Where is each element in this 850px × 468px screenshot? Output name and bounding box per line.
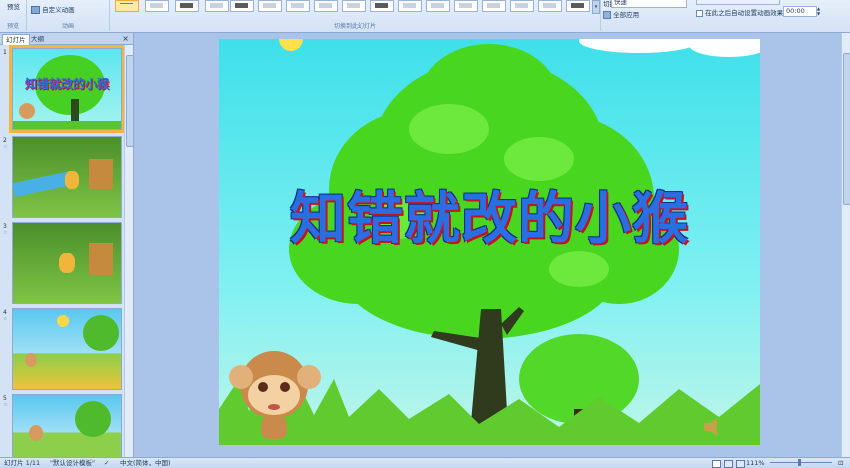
panel-tabs: 幻灯片 大纲 × — [0, 33, 133, 45]
slide-editor: 知错就改的小猴 — [134, 33, 850, 457]
gallery-more-icon[interactable]: ▾ — [592, 0, 600, 14]
custom-animation-button[interactable]: 自定义动画 — [31, 4, 75, 14]
apply-all-icon — [603, 11, 611, 19]
thumb-grass — [13, 121, 121, 129]
thumb-tree — [75, 401, 111, 437]
zoom-slider-thumb[interactable] — [798, 459, 801, 466]
thumb-bear — [59, 253, 75, 273]
thumb-tree — [83, 315, 119, 351]
slide-number: 1 — [3, 49, 7, 56]
advance-top-button[interactable] — [696, 0, 780, 5]
transition-cut[interactable] — [205, 0, 229, 12]
transition-cut-black[interactable] — [230, 0, 254, 12]
thumb-house — [89, 243, 113, 275]
transition-fade-smooth[interactable] — [145, 0, 169, 12]
transition-speed-select[interactable]: 快速 — [611, 0, 687, 8]
slide-thumbnail-2[interactable] — [12, 136, 122, 218]
transition-none[interactable] — [115, 0, 139, 12]
transition-dissolve[interactable] — [258, 0, 282, 12]
slide-number: 5 ☆ — [3, 395, 8, 408]
auto-after-time-input[interactable]: 00:00 — [783, 6, 817, 17]
slide-thumbnail-1[interactable]: 知错就改的小猴 — [9, 45, 125, 133]
thumb-bear — [65, 171, 79, 189]
tab-outline[interactable]: 大纲 — [28, 34, 47, 44]
transition-shape[interactable] — [482, 0, 506, 12]
transition-group-caption: 切换到此幻灯片 — [333, 23, 376, 30]
transition-uncover[interactable] — [510, 0, 534, 12]
close-icon[interactable]: × — [122, 33, 129, 44]
slide-number: 4 ☆ — [3, 309, 8, 322]
transition-fade-black[interactable] — [175, 0, 199, 12]
thumb-monkey — [25, 353, 37, 367]
transition-wipe-down[interactable] — [286, 0, 310, 12]
preview-group-caption: 预览 — [6, 23, 19, 30]
slide-title[interactable]: 知错就改的小猴 — [219, 174, 760, 255]
editor-scrollbar[interactable] — [841, 33, 850, 457]
animation-group-caption: 动画 — [61, 23, 74, 30]
thumbnail-scrollbar[interactable] — [124, 45, 134, 457]
transition-flash[interactable] — [566, 0, 590, 12]
thumb-title: 知错就改的小猴 — [24, 77, 109, 91]
transition-reveal[interactable] — [426, 0, 450, 12]
slide-thumbnail-4[interactable] — [12, 308, 122, 390]
auto-after-label: 在此之后自动设置动画效果: — [705, 9, 786, 17]
scrollbar-thumb[interactable] — [126, 55, 134, 147]
transition-bars[interactable] — [454, 0, 478, 12]
slides-panel: 幻灯片 大纲 × 1 知错就改的小猴 2 ☆ 3 ☆ 4 ☆ 5 ☆ — [0, 33, 134, 458]
transition-wipe-left[interactable] — [314, 0, 338, 12]
custom-animation-label: 自定义动画 — [42, 6, 75, 14]
tab-slides[interactable]: 幻灯片 — [2, 34, 30, 45]
transition-split[interactable] — [398, 0, 422, 12]
ribbon: 预览 预览 自定义动画 动画 ▾ 切换到此幻灯片 切换声音: 快速 — [0, 0, 850, 33]
apply-all-button[interactable]: 全部应用 — [603, 9, 639, 19]
thumb-sun — [57, 315, 69, 327]
auto-after-spinner-icon[interactable]: ▲ ▼ — [816, 6, 821, 16]
animation-group: 自定义动画 动画 — [27, 0, 110, 31]
cloud — [579, 39, 699, 53]
thumb-monkey — [19, 103, 35, 119]
transition-gallery: ▾ 切换到此幻灯片 — [110, 0, 601, 31]
advance-options: 在此之后自动设置动画效果: 00:00 ▲ ▼ — [692, 0, 850, 31]
slide-number: 3 ☆ — [3, 223, 8, 236]
apply-all-label: 全部应用 — [613, 11, 640, 19]
zoom-slider[interactable] — [770, 462, 832, 463]
thumb-house — [89, 159, 113, 189]
transition-wipe-right[interactable] — [342, 0, 366, 12]
slide-canvas[interactable]: 知错就改的小猴 — [219, 39, 760, 445]
slide-number: 2 ☆ — [3, 137, 8, 150]
thumb-monkey — [29, 425, 43, 441]
cloud — [689, 39, 760, 57]
scrollbar-thumb[interactable] — [843, 53, 850, 205]
auto-after-checkbox[interactable] — [696, 9, 703, 17]
preview-button[interactable]: 预览 — [7, 1, 20, 11]
preview-group: 预览 预览 — [0, 0, 27, 31]
slide-thumbnail-3[interactable] — [12, 222, 122, 304]
status-bar: 幻灯片 1/11 "默认设计模板" ✓ 中文(简体，中国) 111% ⊡ — [0, 457, 850, 468]
custom-animation-icon — [31, 6, 40, 14]
auto-after-option[interactable]: 在此之后自动设置动画效果: — [696, 7, 785, 17]
transition-wipe-up[interactable] — [370, 0, 394, 12]
slide-thumbnail-5[interactable] — [12, 394, 122, 458]
sun-edge — [279, 39, 303, 51]
transition-options: 切换声音: 快速 全部应用 — [601, 0, 691, 31]
transition-cover[interactable] — [538, 0, 562, 12]
